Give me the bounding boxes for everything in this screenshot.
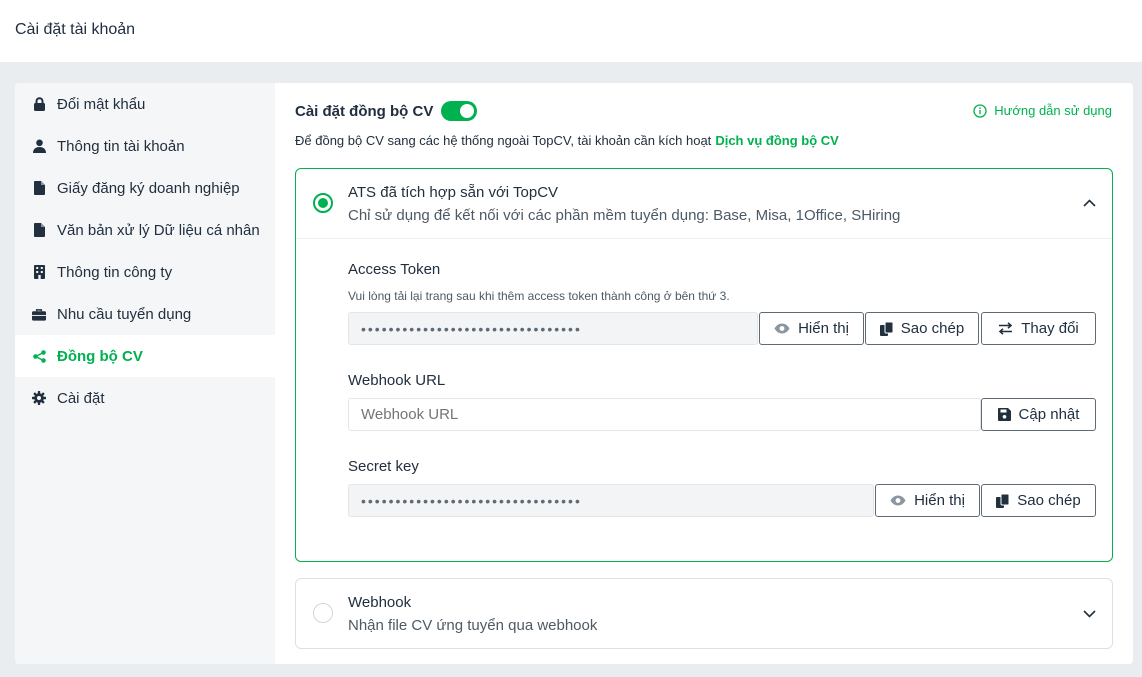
show-label: Hiển thị xyxy=(914,492,965,509)
sync-description-text: Để đồng bộ CV sang các hệ thống ngoài To… xyxy=(295,133,712,148)
access-token-value: •••••••••••••••••••••••••••••••• xyxy=(361,320,582,337)
page-title: Cài đặt tài khoản xyxy=(15,21,136,38)
file-icon xyxy=(32,223,46,237)
webhook-url-input[interactable] xyxy=(348,398,981,431)
sidebar-item-settings[interactable]: Cài đặt xyxy=(15,377,275,419)
briefcase-icon xyxy=(32,307,46,321)
access-token-show-button[interactable]: Hiển thị xyxy=(759,312,864,345)
secret-key-value: •••••••••••••••••••••••••••••••• xyxy=(361,492,582,509)
info-icon xyxy=(973,103,987,118)
ats-card: ATS đã tích hợp sẵn với TopCV Chỉ sử dụn… xyxy=(295,168,1113,562)
secret-key-copy-button[interactable]: Sao chép xyxy=(981,484,1096,517)
sidebar-item-business-registration[interactable]: Giấy đăng ký doanh nghiệp xyxy=(15,167,275,209)
sync-service-link[interactable]: Dịch vụ đồng bộ CV xyxy=(715,133,839,148)
sidebar-item-label: Cài đặt xyxy=(57,389,105,407)
secret-key-show-button[interactable]: Hiển thị xyxy=(875,484,980,517)
usage-guide-label: Hướng dẫn sử dụng xyxy=(994,103,1112,118)
access-token-field[interactable]: •••••••••••••••••••••••••••••••• xyxy=(348,312,758,345)
change-label: Thay đổi xyxy=(1021,320,1079,337)
sidebar-item-label: Giấy đăng ký doanh nghiệp xyxy=(57,179,240,197)
ats-radio[interactable] xyxy=(313,193,333,213)
sidebar-item-label: Nhu cầu tuyển dụng xyxy=(57,305,192,323)
settings-panel: Đổi mật khẩu Thông tin tài khoản Giấy đă… xyxy=(15,83,1133,664)
eye-icon xyxy=(774,323,790,334)
webhook-title: Webhook xyxy=(348,594,412,611)
sync-description: Để đồng bộ CV sang các hệ thống ngoài To… xyxy=(295,133,839,148)
file-icon xyxy=(32,181,46,195)
sidebar-item-recruitment-needs[interactable]: Nhu cầu tuyển dụng xyxy=(15,293,275,335)
ats-subtitle: Chỉ sử dụng để kết nối với các phần mềm … xyxy=(348,207,901,224)
copy-label: Sao chép xyxy=(900,320,965,337)
page-header: Cài đặt tài khoản xyxy=(0,0,1142,62)
webhook-card[interactable]: Webhook Nhận file CV ứng tuyển qua webho… xyxy=(295,578,1113,649)
sidebar-item-label: Thông tin tài khoản xyxy=(57,137,185,155)
sidebar-item-label: Đồng bộ CV xyxy=(57,347,143,365)
sidebar-item-personal-data[interactable]: Văn bản xử lý Dữ liệu cá nhân xyxy=(15,209,275,251)
save-icon xyxy=(997,408,1011,421)
secret-key-field[interactable]: •••••••••••••••••••••••••••••••• xyxy=(348,484,874,517)
sidebar-item-company-info[interactable]: Thông tin công ty xyxy=(15,251,275,293)
chevron-down-icon[interactable] xyxy=(1082,607,1096,621)
building-icon xyxy=(32,265,46,279)
sidebar-item-change-password[interactable]: Đổi mật khẩu xyxy=(15,83,275,125)
chevron-up-icon[interactable] xyxy=(1082,196,1096,210)
webhook-subtitle: Nhận file CV ứng tuyển qua webhook xyxy=(348,617,598,634)
user-icon xyxy=(32,139,46,153)
sidebar-item-cv-sync[interactable]: Đồng bộ CV xyxy=(15,335,275,377)
sidebar-item-label: Đổi mật khẩu xyxy=(57,95,146,113)
webhook-url-update-button[interactable]: Cập nhật xyxy=(981,398,1096,431)
sync-title: Cài đặt đồng bộ CV xyxy=(295,102,434,120)
lock-icon xyxy=(32,97,46,111)
secret-key-label: Secret key xyxy=(348,458,419,475)
show-label: Hiển thị xyxy=(798,320,849,337)
sidebar-item-account-info[interactable]: Thông tin tài khoản xyxy=(15,125,275,167)
access-token-label: Access Token xyxy=(348,261,441,278)
eye-icon xyxy=(890,495,906,506)
sidebar: Đổi mật khẩu Thông tin tài khoản Giấy đă… xyxy=(15,83,275,664)
webhook-radio[interactable] xyxy=(313,603,333,623)
update-label: Cập nhật xyxy=(1018,406,1080,423)
copy-label: Sao chép xyxy=(1017,492,1081,509)
access-token-copy-button[interactable]: Sao chép xyxy=(865,312,979,345)
sidebar-item-label: Thông tin công ty xyxy=(57,263,173,281)
ats-title: ATS đã tích hợp sẵn với TopCV xyxy=(348,184,559,201)
swap-icon xyxy=(998,322,1013,335)
sidebar-item-label: Văn bản xử lý Dữ liệu cá nhân xyxy=(57,221,260,239)
share-icon xyxy=(32,349,46,363)
access-token-hint: Vui lòng tải lại trang sau khi thêm acce… xyxy=(348,289,730,303)
access-token-change-button[interactable]: Thay đổi xyxy=(981,312,1096,345)
copy-icon xyxy=(879,321,893,336)
sync-settings-row: Cài đặt đồng bộ CV xyxy=(295,101,478,121)
copy-icon xyxy=(996,493,1010,508)
ats-card-header[interactable]: ATS đã tích hợp sẵn với TopCV Chỉ sử dụn… xyxy=(296,169,1112,239)
usage-guide-link[interactable]: Hướng dẫn sử dụng xyxy=(973,103,1112,118)
webhook-url-label: Webhook URL xyxy=(348,372,446,389)
gear-icon xyxy=(32,391,46,405)
main-content: Cài đặt đồng bộ CV Hướng dẫn sử dụng Để … xyxy=(275,83,1133,664)
sync-toggle[interactable] xyxy=(441,101,478,121)
